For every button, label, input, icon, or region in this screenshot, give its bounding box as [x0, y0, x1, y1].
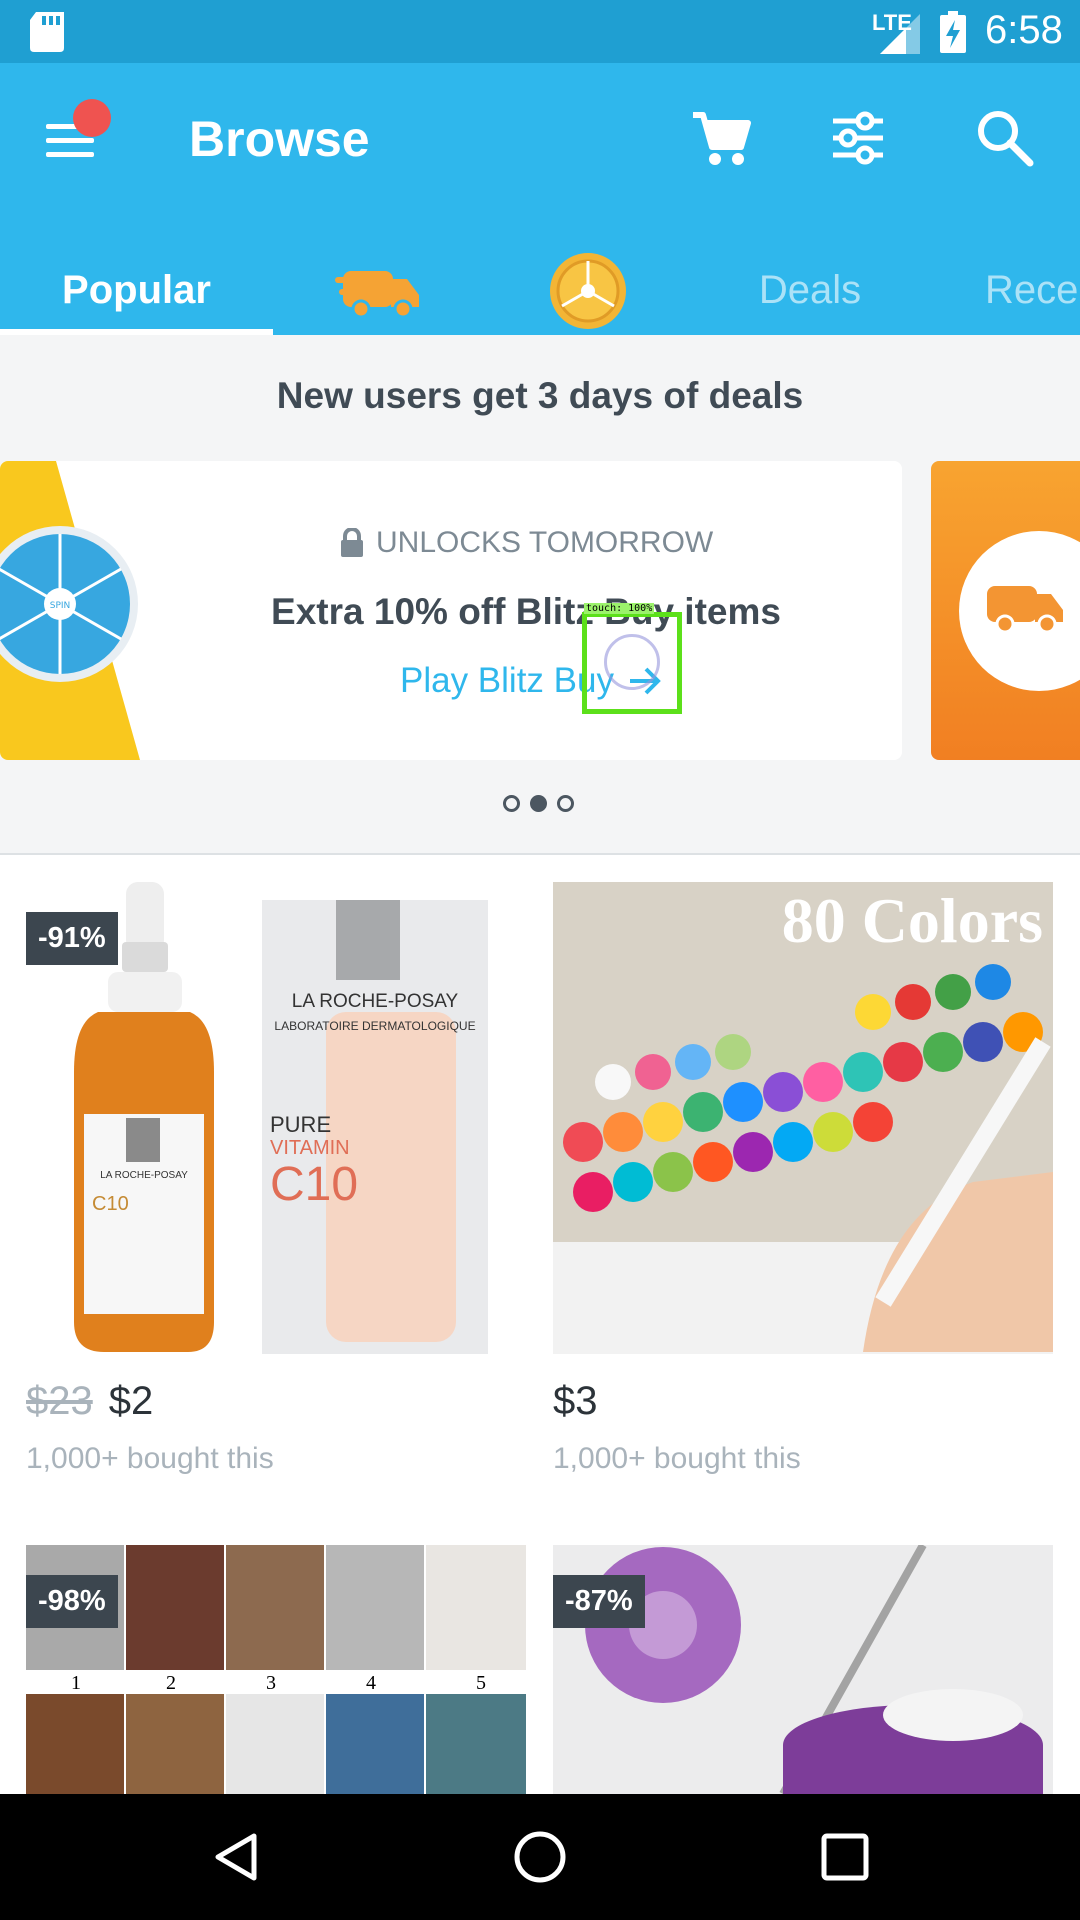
unlock-status: UNLOCKS TOMORROW	[340, 526, 713, 560]
box-line2: VITAMIN	[270, 1137, 350, 1159]
touch-label: touch: 100%	[584, 603, 655, 614]
promo-card-title: Extra 10% off Blitz Buy items	[271, 591, 781, 632]
price-row: $23 $2	[26, 1379, 153, 1424]
carousel-indicator	[503, 795, 574, 812]
tab-deals[interactable]: Deals	[740, 246, 880, 335]
clock: 6:58	[985, 8, 1063, 52]
tab-daily-spin[interactable]	[545, 246, 630, 335]
carousel-dot	[557, 795, 574, 812]
original-price: $23	[26, 1379, 93, 1423]
cart-icon[interactable]	[685, 103, 755, 173]
label-3: 3	[266, 1672, 276, 1694]
svg-text:C10: C10	[92, 1193, 129, 1215]
tab-shipping[interactable]	[330, 246, 430, 335]
system-nav-bar	[0, 1794, 1080, 1920]
lock-text: UNLOCKS TOMORROW	[376, 526, 714, 559]
discount-badge: -91%	[26, 912, 118, 965]
search-icon[interactable]	[970, 103, 1040, 173]
signal-icon	[880, 14, 920, 54]
discount-badge: -98%	[26, 1575, 118, 1628]
label-2: 2	[166, 1672, 176, 1694]
image-headline: 80 Colors	[782, 885, 1043, 956]
back-icon[interactable]	[212, 1832, 262, 1882]
section-divider	[0, 853, 1080, 855]
carousel-dot-active	[530, 795, 547, 812]
spin-wheel-icon	[549, 252, 626, 329]
product-card[interactable]: LA ROCHE-POSAY LABORATOIRE DERMATOLOGIQU…	[26, 882, 526, 1482]
label-4: 4	[366, 1672, 376, 1694]
sale-price: $3	[553, 1379, 598, 1423]
promo-section: New users get 3 days of deals SPIN UNLOC…	[0, 335, 1080, 853]
box-brand: LA ROCHE-POSAY	[292, 991, 459, 1012]
tab-recent[interactable]: Rece	[985, 246, 1080, 335]
promo-heading: New users get 3 days of deals	[276, 375, 804, 416]
app-bar: Browse Popular Deals Rece	[0, 63, 1080, 335]
lock-icon	[341, 528, 363, 557]
box-line1: PURE	[270, 1112, 331, 1137]
recents-icon[interactable]	[820, 1832, 870, 1882]
touch-indicator	[582, 612, 682, 714]
card-icon-circle	[959, 531, 1080, 691]
notification-dot	[73, 99, 111, 137]
price-row: $3	[553, 1379, 598, 1424]
promo-card-shipping[interactable]	[931, 461, 1080, 760]
discount-badge: -87%	[553, 1575, 645, 1628]
page-title: Browse	[189, 111, 370, 167]
promo-card-blitz-buy[interactable]: SPIN UNLOCKS TOMORROW Extra 10% off Blit…	[0, 461, 902, 760]
truck-icon	[987, 586, 1063, 634]
box-sub: LABORATOIRE DERMATOLOGIQUE	[274, 1019, 475, 1033]
product-image: 80 Colors	[553, 882, 1053, 1354]
filter-icon[interactable]	[823, 103, 893, 173]
label-5: 5	[476, 1672, 486, 1694]
purchase-count: 1,000+ bought this	[26, 1442, 274, 1475]
tab-popular[interactable]: Popular	[0, 246, 273, 335]
product-card[interactable]: 1 2 3 4 5 -98%	[26, 1545, 526, 1794]
purchase-count: 1,000+ bought this	[553, 1442, 801, 1475]
product-card[interactable]: -87%	[553, 1545, 1053, 1794]
truck-icon	[335, 270, 419, 318]
svg-text:LA ROCHE-POSAY: LA ROCHE-POSAY	[100, 1170, 188, 1181]
sd-card-icon	[30, 12, 64, 52]
label-1: 1	[71, 1672, 81, 1694]
product-card[interactable]: 80 Colors $3 1,000+ bought this	[553, 882, 1053, 1482]
status-bar: LTE 6:58	[0, 0, 1080, 63]
sale-price: $2	[108, 1379, 154, 1423]
battery-charging-icon	[940, 11, 966, 53]
box-line3: C10	[270, 1158, 358, 1211]
carousel-dot	[503, 795, 520, 812]
home-icon[interactable]	[513, 1830, 567, 1884]
